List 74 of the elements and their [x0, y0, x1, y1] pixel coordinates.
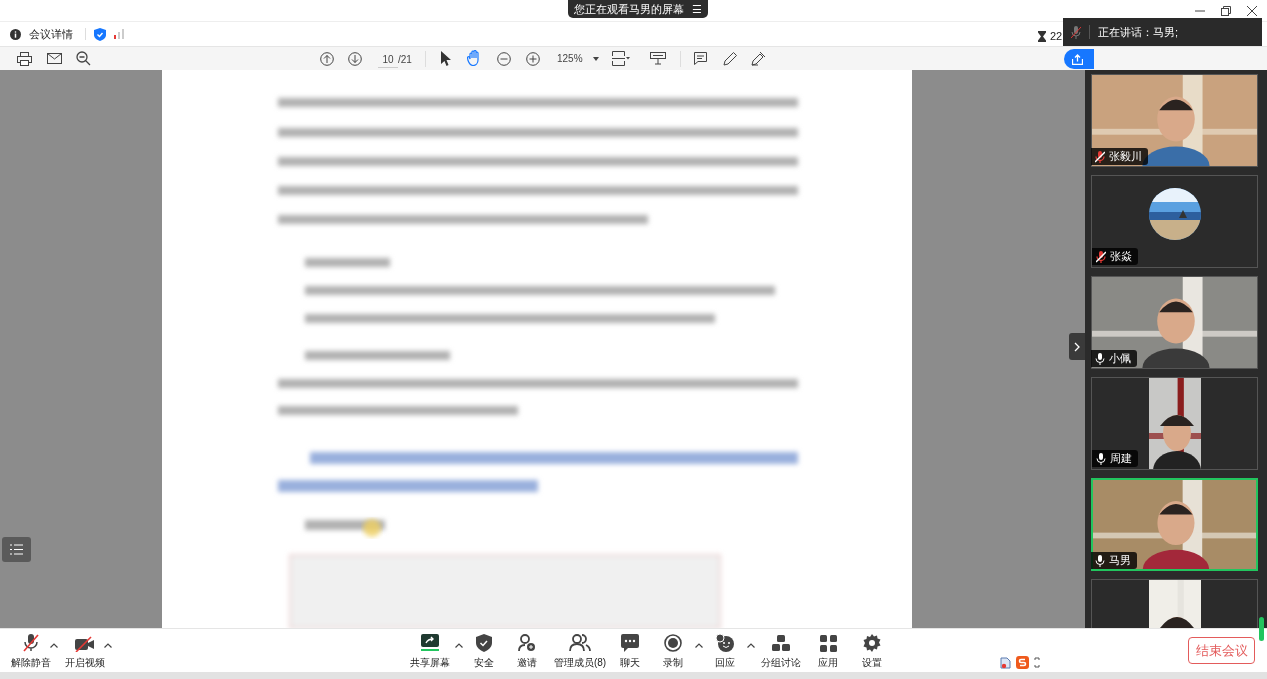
- caret-icon[interactable]: [747, 643, 755, 648]
- muted-mic-icon: [1071, 25, 1081, 39]
- previous-page-icon[interactable]: [320, 52, 334, 66]
- toolbar-button[interactable]: 安全: [466, 632, 502, 670]
- participant-name: 张焱: [1110, 249, 1132, 265]
- pen-icon[interactable]: [723, 51, 737, 66]
- toolbar-button[interactable]: 聊天: [612, 632, 648, 670]
- next-page-icon[interactable]: [348, 52, 362, 66]
- banner-text: 您正在观看马男的屏幕: [574, 1, 684, 17]
- settings-icon: [863, 634, 881, 652]
- comment-icon[interactable]: [694, 52, 707, 65]
- smiley-icon: [715, 634, 735, 652]
- chevron-right-icon: [1074, 341, 1080, 352]
- collapse-panel-button[interactable]: [1069, 333, 1085, 360]
- caret-icon[interactable]: [455, 643, 463, 648]
- toolbar-button[interactable]: 设置: [852, 632, 892, 670]
- shield-icon[interactable]: [94, 27, 106, 41]
- toolbar-button[interactable]: 分组讨论: [757, 632, 805, 670]
- audio-level-bar: [1259, 617, 1264, 641]
- toolbar-button[interactable]: 回应: [705, 632, 745, 670]
- share-button[interactable]: [1064, 49, 1094, 69]
- shield-icon: [476, 634, 492, 652]
- caret-icon[interactable]: [50, 643, 58, 648]
- tray-expand-icon[interactable]: [1034, 657, 1040, 668]
- toolbar-button[interactable]: 邀请: [507, 632, 547, 670]
- fit-page-icon[interactable]: [612, 51, 630, 66]
- caret-icon[interactable]: [695, 643, 703, 648]
- meeting-details-link[interactable]: 会议详情: [29, 25, 73, 43]
- caret-icon: [592, 56, 599, 61]
- zoom-dropdown[interactable]: 125%: [553, 50, 603, 67]
- groups-icon: [772, 634, 790, 652]
- restore-icon[interactable]: [1221, 5, 1231, 16]
- mail-icon[interactable]: [47, 53, 62, 64]
- close-icon[interactable]: [1247, 5, 1257, 16]
- toolbar-button[interactable]: 共享屏幕: [407, 632, 453, 670]
- timer-text: 22: [1050, 29, 1063, 44]
- print-icon[interactable]: [17, 52, 32, 66]
- participant-name: 张毅川: [1109, 149, 1142, 165]
- participant-name: 马男: [1109, 553, 1131, 569]
- invite-person-icon: [518, 634, 536, 652]
- share-icon: [1072, 53, 1083, 65]
- toolbar-button[interactable]: 应用: [810, 632, 846, 670]
- pointer-icon[interactable]: [441, 51, 451, 66]
- page-number-field[interactable]: 10: [378, 52, 398, 68]
- camera-off-icon: [75, 636, 95, 652]
- members-icon: [569, 634, 591, 652]
- outline-button[interactable]: [2, 537, 31, 562]
- participant-name: 小佩: [1109, 351, 1131, 367]
- search-icon[interactable]: [76, 51, 91, 66]
- screen-share-icon: [420, 634, 440, 652]
- zoom-out-icon[interactable]: [497, 52, 511, 66]
- signal-icon: [114, 29, 124, 39]
- chat-icon: [621, 634, 639, 652]
- hand-icon[interactable]: [467, 50, 482, 66]
- speaker-text: 正在讲话：马男;: [1098, 24, 1179, 40]
- page-total-text: /21: [398, 53, 412, 67]
- muted-mic-icon: [23, 634, 39, 652]
- zoom-in-icon[interactable]: [526, 52, 540, 66]
- caret-icon[interactable]: [104, 643, 112, 648]
- toolbar-button[interactable]: 开启视频: [62, 632, 108, 670]
- apps-grid-icon: [819, 635, 837, 652]
- info-icon: [10, 28, 21, 40]
- hourglass-icon: [1038, 30, 1046, 42]
- toolbar-button[interactable]: 录制: [653, 632, 693, 670]
- tray-document-icon[interactable]: [1000, 656, 1011, 669]
- sign-icon[interactable]: [751, 51, 766, 66]
- menu-icon[interactable]: ☰: [692, 0, 702, 18]
- tray-input-icon[interactable]: [1016, 656, 1029, 669]
- end-meeting-button[interactable]: 结束会议: [1188, 637, 1255, 664]
- toolbar-button[interactable]: 解除静音: [8, 632, 54, 670]
- record-icon: [664, 634, 682, 652]
- participant-name: 周建: [1110, 451, 1132, 467]
- list-icon: [10, 544, 23, 555]
- toolbar-button[interactable]: 管理成员(8): [552, 632, 608, 670]
